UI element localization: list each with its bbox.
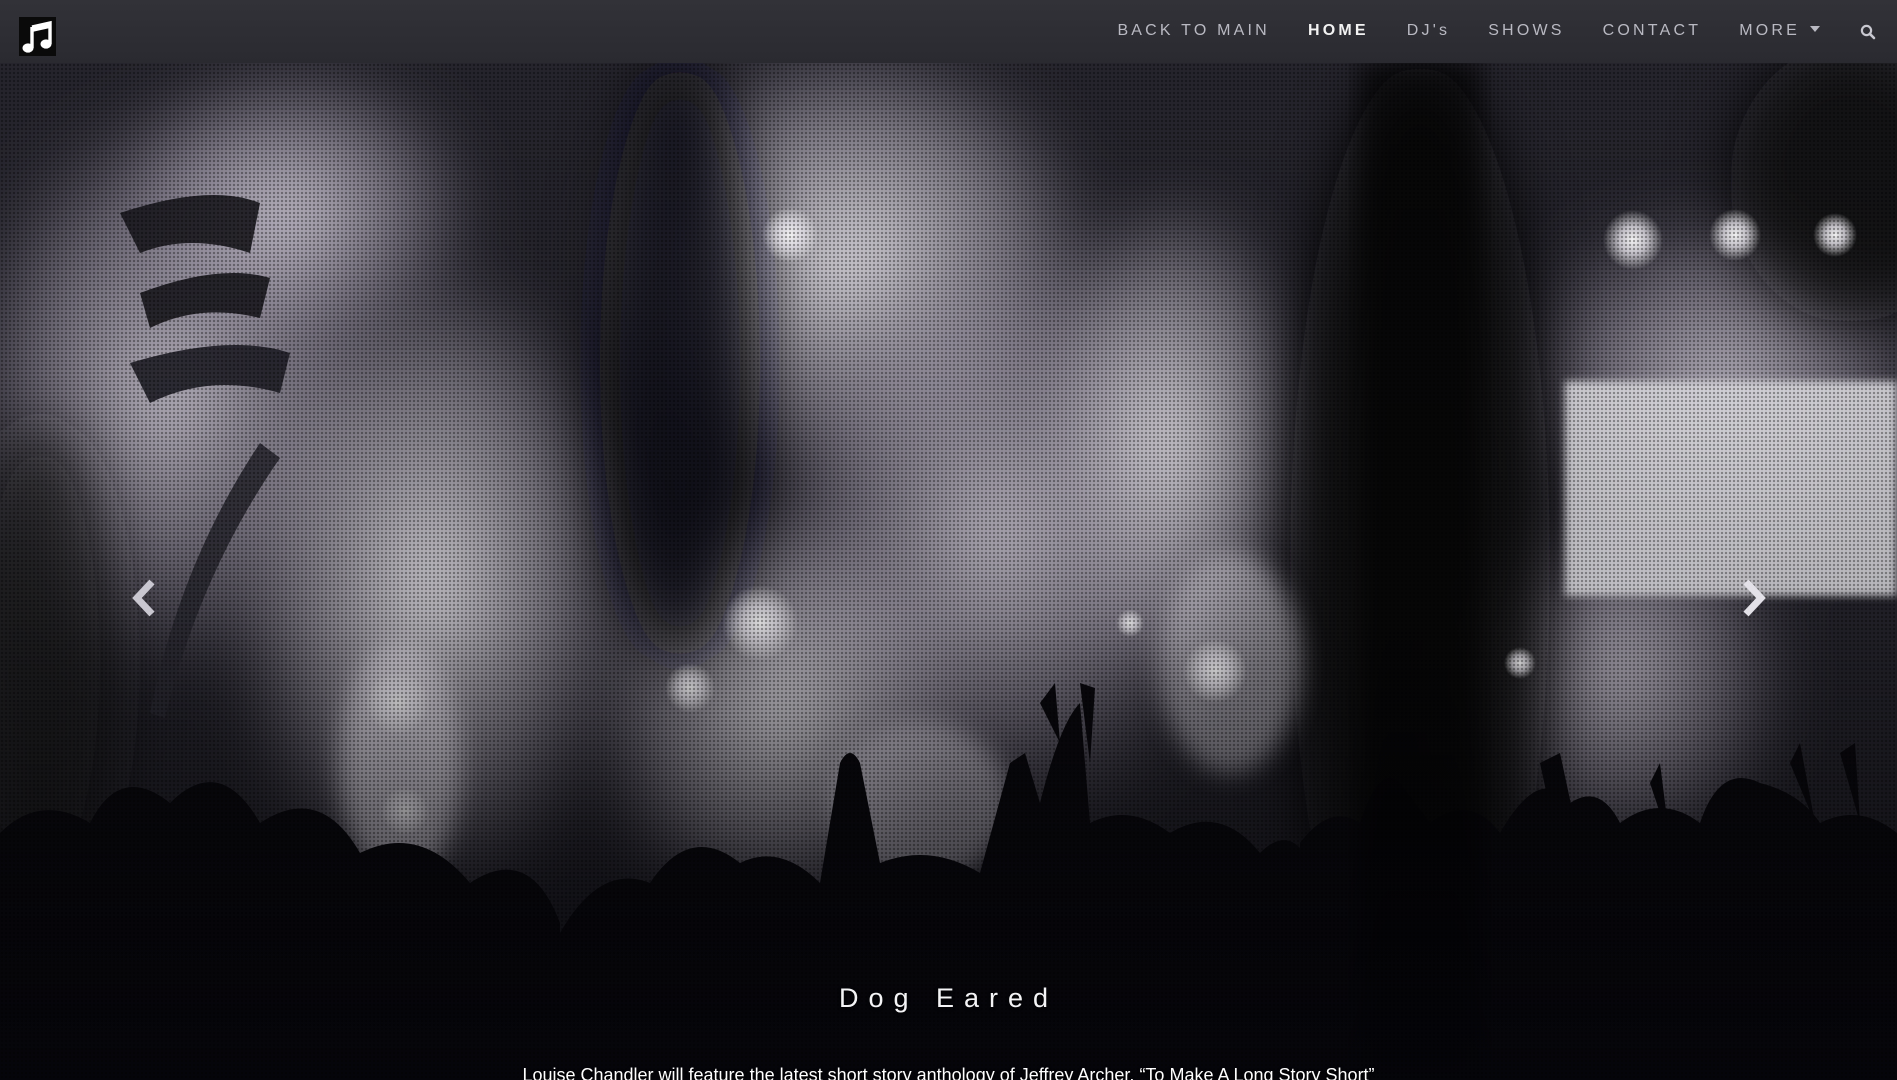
- chevron-left-icon: [132, 579, 155, 617]
- caret-down-icon: [1810, 25, 1820, 32]
- nav-item-back-to-main[interactable]: BACK TO MAIN: [1098, 0, 1289, 63]
- concert-background-image: [0, 63, 1897, 1080]
- nav-item-djs[interactable]: DJ's: [1388, 0, 1469, 63]
- slide-caption: Louise Chandler will feature the latest …: [522, 1065, 1375, 1080]
- navbar: BACK TO MAIN HOME DJ's SHOWS CONTACT MOR…: [0, 0, 1897, 63]
- nav-item-more-label: MORE: [1739, 22, 1800, 39]
- nav-item-home[interactable]: HOME: [1289, 0, 1388, 63]
- search-button[interactable]: [1839, 0, 1897, 63]
- nav-item-more[interactable]: MORE: [1720, 0, 1839, 63]
- nav-item-shows[interactable]: SHOWS: [1469, 0, 1583, 63]
- slide-title: Dog Eared: [838, 983, 1059, 1013]
- carousel-prev-button[interactable]: [120, 568, 170, 628]
- chevron-right-icon: [1743, 579, 1766, 617]
- page: BACK TO MAIN HOME DJ's SHOWS CONTACT MOR…: [0, 0, 1897, 1080]
- hero-carousel: Dog Eared Louise Chandler will feature t…: [0, 63, 1897, 1080]
- nav-item-contact[interactable]: CONTACT: [1584, 0, 1721, 63]
- nav-menu: BACK TO MAIN HOME DJ's SHOWS CONTACT MOR…: [1098, 0, 1897, 63]
- music-note-icon[interactable]: [19, 17, 56, 56]
- carousel-next-button[interactable]: [1728, 568, 1778, 628]
- search-icon: [1860, 24, 1876, 39]
